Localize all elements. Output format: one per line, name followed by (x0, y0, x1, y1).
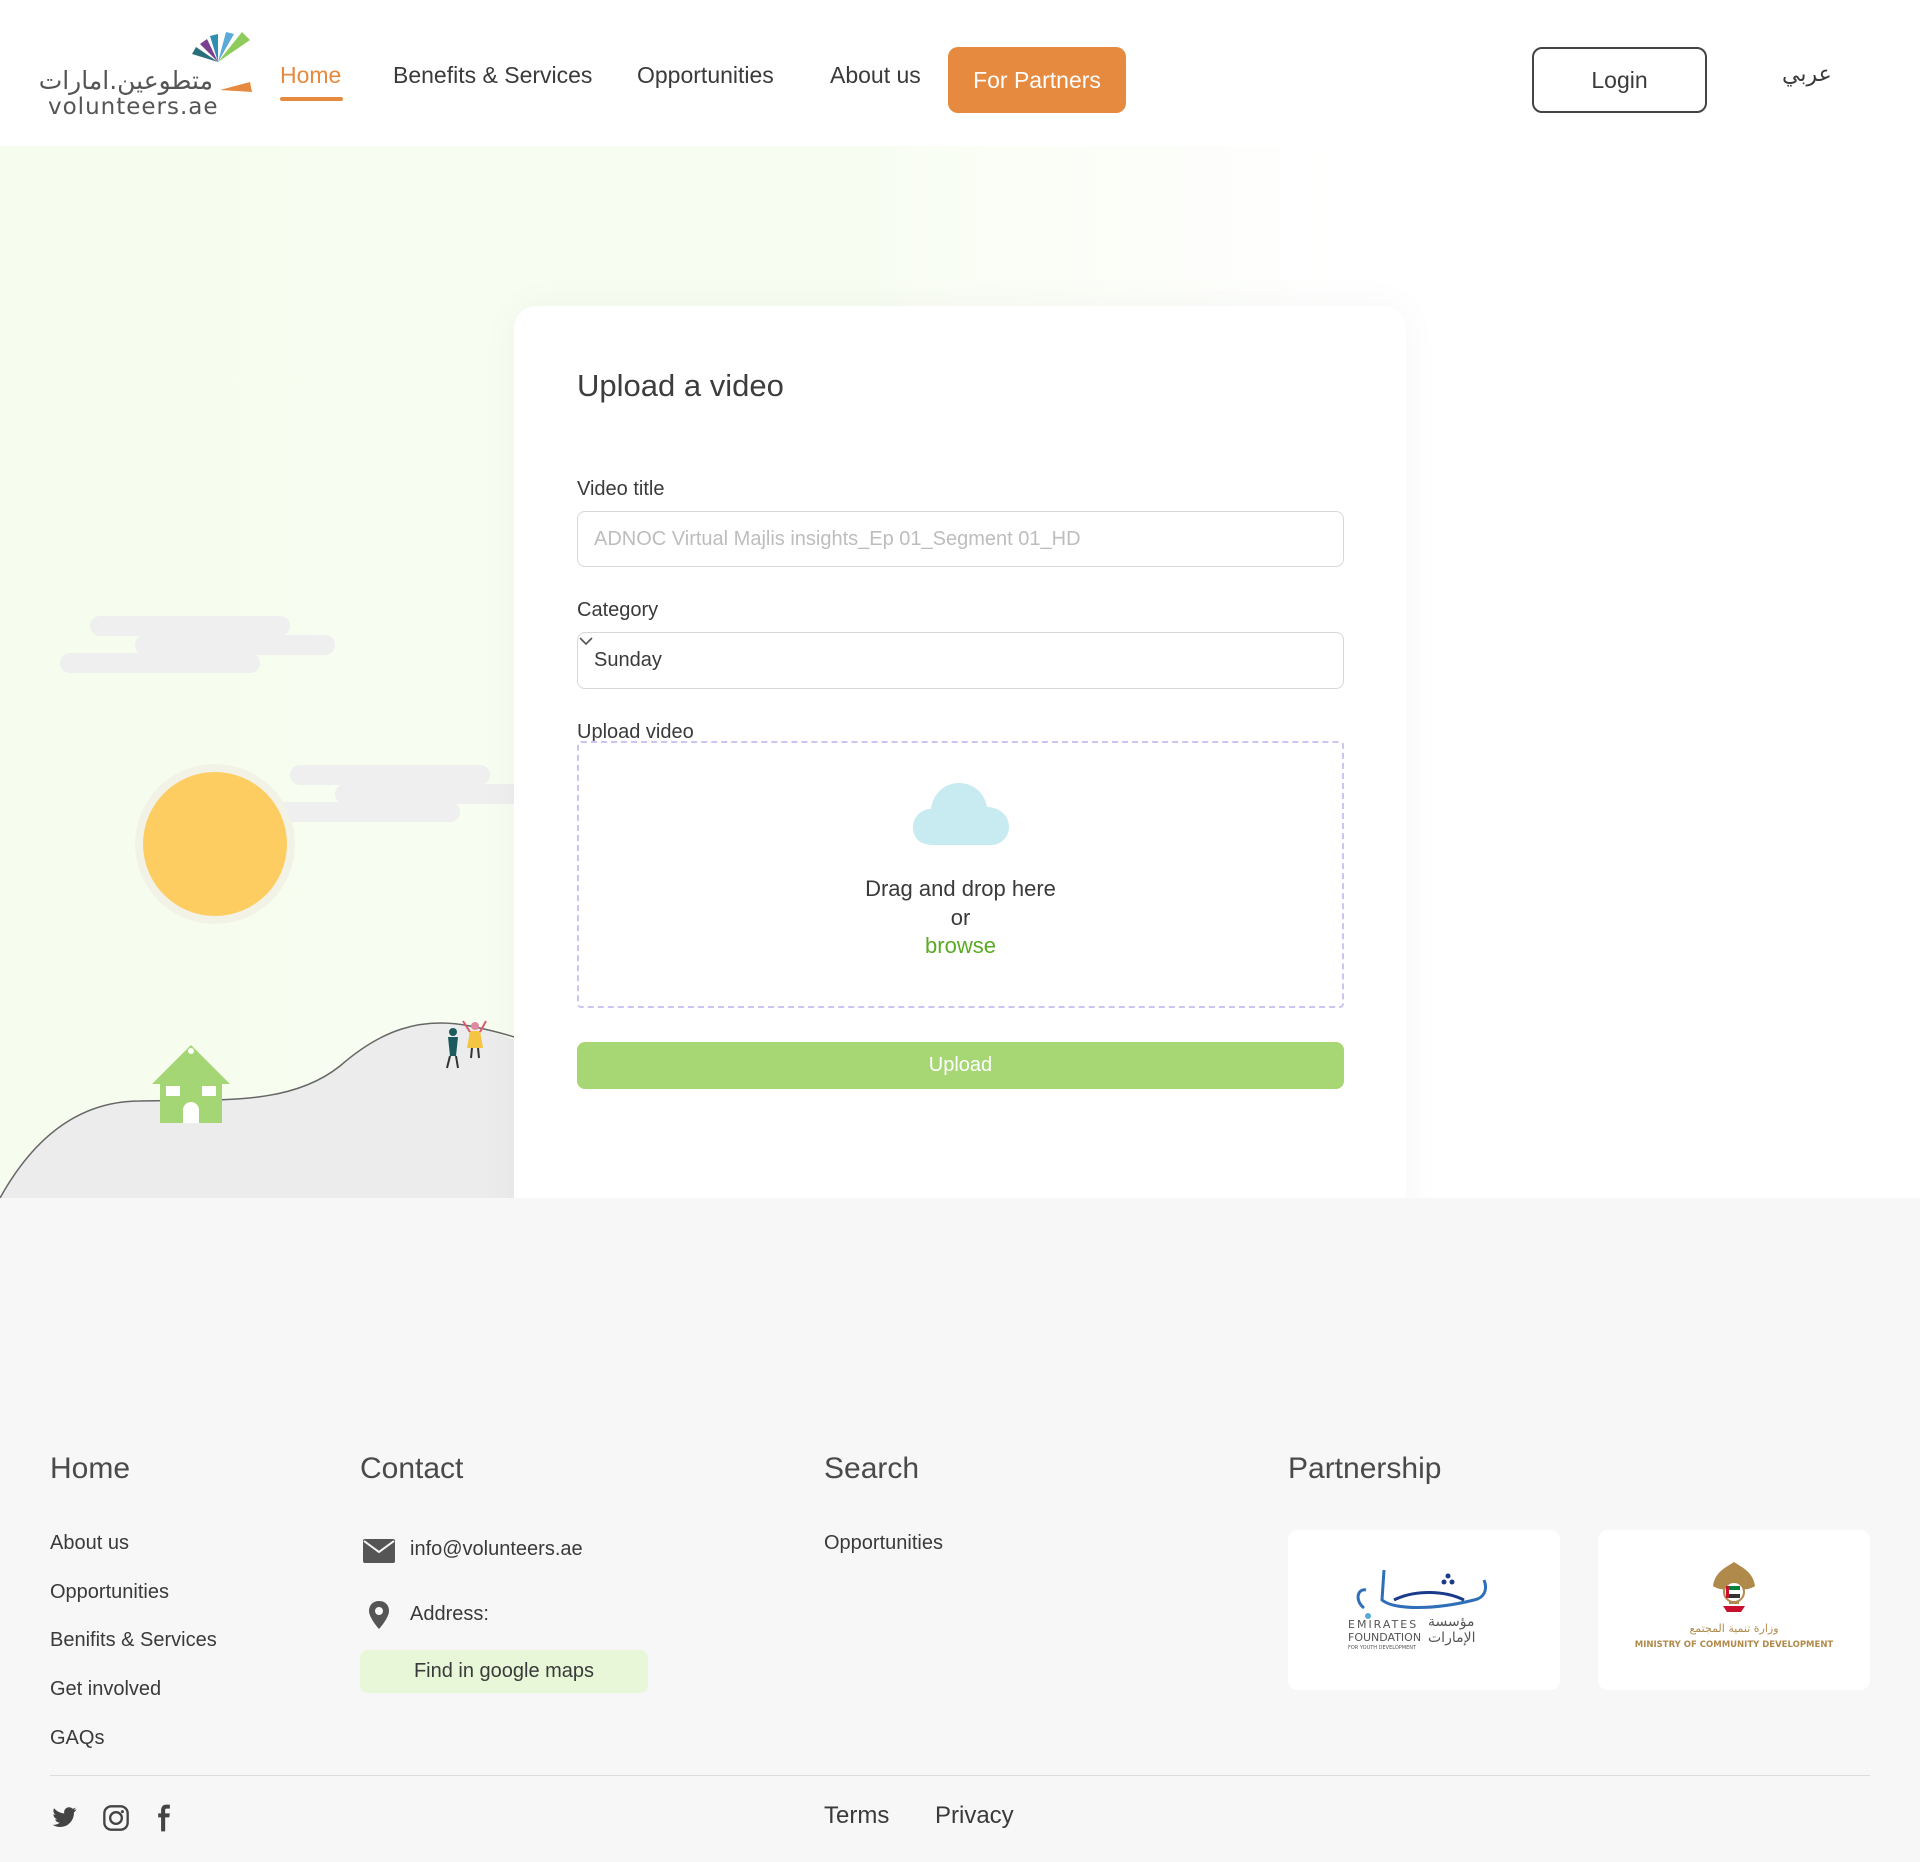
facebook-icon[interactable] (150, 1804, 178, 1832)
category-label: Category (577, 599, 659, 621)
privacy-link[interactable]: Privacy (935, 1802, 1014, 1830)
partner1-en-line2: FOUNDATION (1348, 1631, 1422, 1644)
envelope-icon (363, 1539, 395, 1563)
nav-home[interactable]: Home (280, 62, 341, 89)
footer-link-about-us[interactable]: About us (50, 1532, 129, 1555)
site-header: متطوعين.امارات volunteers.ae Home Benefi… (0, 0, 1920, 146)
find-in-google-maps-button[interactable]: Find in google maps (360, 1650, 648, 1693)
hero-background: Upload a video Video title ADNOC Virtual… (0, 146, 1920, 1198)
category-selected-value: Sunday (594, 649, 662, 671)
twitter-icon[interactable] (50, 1804, 78, 1832)
house-shape (152, 1045, 230, 1123)
video-dropzone[interactable]: Drag and drop here or browse (577, 741, 1344, 1008)
dropzone-or: or (950, 905, 971, 930)
language-switch[interactable]: عربي (1782, 62, 1832, 87)
partner-emirates-foundation[interactable]: EMIRATES FOUNDATION FOR YOUTH DEVELOPMEN… (1288, 1530, 1560, 1690)
video-title-label: Video title (577, 478, 665, 500)
dropzone-instruction: Drag and drop here (865, 876, 1056, 901)
emirates-foundation-logo-icon (1356, 1569, 1488, 1619)
partner2-en-text: MINISTRY OF COMMUNITY DEVELOPMENT (1634, 1640, 1834, 1650)
chevron-down-icon (579, 637, 593, 646)
uae-emblem-icon (1713, 1562, 1755, 1612)
cloud-shapes (60, 616, 535, 822)
browse-link[interactable]: browse (579, 933, 1342, 959)
footer-contact-heading: Contact (360, 1452, 464, 1485)
footer-link-benefits[interactable]: Benifits & Services (50, 1629, 217, 1652)
upload-button[interactable]: Upload (577, 1042, 1344, 1089)
nav-active-indicator (280, 97, 343, 101)
terms-link[interactable]: Terms (824, 1802, 889, 1830)
video-title-placeholder: ADNOC Virtual Majlis insights_Ep 01_Segm… (594, 527, 1081, 550)
upload-video-card: Upload a video Video title ADNOC Virtual… (514, 306, 1406, 1198)
cloud-icon (913, 783, 1009, 845)
partner1-en-line3: FOR YOUTH DEVELOPMENT (1348, 1645, 1417, 1651)
footer-partnership-heading: Partnership (1288, 1452, 1442, 1485)
nav-about-us[interactable]: About us (830, 62, 921, 89)
footer-link-opportunities[interactable]: Opportunities (50, 1581, 169, 1604)
footer-link-gaqs[interactable]: GAQs (50, 1727, 104, 1750)
site-footer: Home About us Opportunities Benifits & S… (0, 1198, 1920, 1862)
footer-address-label: Address: (410, 1603, 489, 1625)
partner2-ar-text: وزارة تنمية المجتمع (1689, 1622, 1779, 1635)
site-logo[interactable]: متطوعين.امارات volunteers.ae (38, 30, 258, 120)
footer-search-heading: Search (824, 1452, 920, 1485)
footer-search-opportunities[interactable]: Opportunities (824, 1532, 943, 1555)
footer-email[interactable]: info@volunteers.ae (410, 1538, 583, 1561)
footer-divider (50, 1775, 1870, 1776)
video-title-input[interactable]: ADNOC Virtual Majlis insights_Ep 01_Segm… (577, 511, 1344, 567)
page-title: Upload a video (577, 368, 784, 403)
map-pin-icon (369, 1601, 389, 1629)
partner1-ar-line2: الإمارات (1428, 1630, 1476, 1646)
logo-arabic-text: متطوعين.امارات (38, 66, 213, 95)
logo-english-text: volunteers.ae (48, 94, 219, 120)
instagram-icon[interactable] (102, 1804, 130, 1832)
footer-link-get-involved[interactable]: Get involved (50, 1678, 161, 1701)
login-button[interactable]: Login (1532, 47, 1707, 113)
for-partners-button[interactable]: For Partners (948, 47, 1126, 113)
nav-opportunities[interactable]: Opportunities (637, 62, 774, 89)
footer-home-heading: Home (50, 1452, 131, 1485)
partner-ministry-community-development[interactable]: وزارة تنمية المجتمع MINISTRY OF COMMUNIT… (1598, 1530, 1870, 1690)
partner1-ar-line1: مؤسسة (1428, 1614, 1475, 1630)
partner1-en-line1: EMIRATES (1348, 1618, 1419, 1631)
category-select[interactable]: Sunday (577, 632, 1344, 689)
nav-benefits-services[interactable]: Benefits & Services (393, 62, 592, 89)
